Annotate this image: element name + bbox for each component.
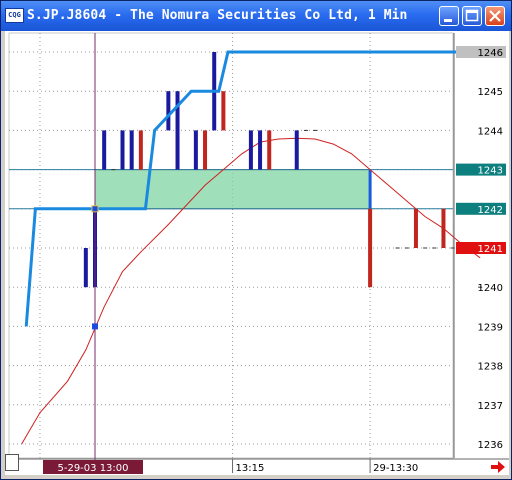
price-label: 1236	[478, 440, 503, 451]
cursor-marker	[92, 323, 98, 330]
close-icon	[489, 10, 501, 22]
plot-frame	[8, 32, 454, 459]
price-label: 1245	[478, 87, 503, 98]
chart-window: CQG S.JP.J8604 - The Nomura Securities C…	[0, 0, 512, 480]
price-bar	[413, 208, 418, 248]
price-highlight-label: 1246	[478, 48, 503, 59]
price-bar	[129, 130, 134, 170]
minimize-button[interactable]	[439, 6, 459, 26]
price-bar	[248, 130, 253, 170]
price-highlight-label: 1243	[478, 166, 503, 177]
price-label: 1238	[478, 362, 503, 373]
price-zone	[94, 169, 371, 210]
window-title: S.JP.J8604 - The Nomura Securities Co Lt…	[27, 8, 408, 23]
maximize-button[interactable]	[462, 6, 482, 26]
price-bar	[368, 208, 373, 288]
price-bar	[193, 130, 198, 170]
price-bar	[83, 248, 88, 288]
price-bar	[294, 130, 299, 170]
minimize-icon	[444, 19, 452, 22]
price-bar	[258, 130, 263, 170]
close-button[interactable]	[485, 6, 505, 26]
price-bar	[441, 208, 446, 248]
chart-area[interactable]: 1246 1245 1244 1243 1242 1241 1240 1239 1238 1237…	[5, 31, 509, 475]
price-bar	[221, 91, 226, 131]
price-highlight-label: 1241	[478, 244, 503, 255]
price-label: 1244	[478, 126, 503, 137]
price-chart[interactable]: 1246 1245 1244 1243 1242 1241 1240 1239 1238 1237…	[5, 31, 509, 475]
price-label: 1240	[478, 283, 503, 294]
maximize-icon	[465, 9, 479, 22]
price-bar	[138, 130, 143, 170]
price-label: 1239	[478, 322, 503, 333]
price-bar	[203, 130, 208, 170]
price-bar	[166, 91, 171, 131]
price-label: 1237	[478, 401, 503, 412]
app-icon[interactable]: CQG	[5, 8, 24, 23]
price-bar	[102, 130, 107, 170]
time-label: 13:15	[236, 463, 265, 474]
cursor-marker	[91, 205, 99, 213]
scroll-right-arrow-icon[interactable]	[490, 461, 506, 473]
title-bar[interactable]: CQG S.JP.J8604 - The Nomura Securities C…	[1, 1, 511, 31]
price-highlight-label: 1242	[478, 205, 503, 216]
time-label: 5-29-03 13:00	[57, 463, 128, 474]
price-bar	[120, 130, 125, 170]
status-box[interactable]	[5, 454, 19, 471]
price-bar	[267, 130, 272, 170]
time-label: 29-13:30	[373, 463, 418, 474]
